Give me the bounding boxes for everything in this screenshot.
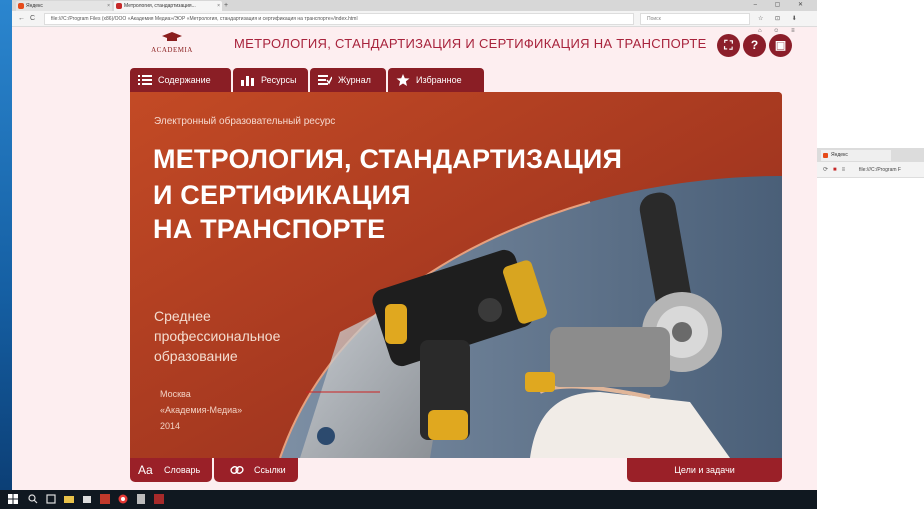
tab-label: Ресурсы [261, 75, 297, 85]
education-level: Среднее профессиональное образование [154, 306, 304, 366]
window-background [817, 0, 924, 148]
address-bar: ← C file:///C:/Program Files (x86)/OOO «… [12, 11, 817, 34]
browser-tab-yandex[interactable]: Яндекс × [16, 1, 112, 11]
browser-tab-label: Яндекс [26, 3, 43, 9]
secondary-browser-window: Яндекс ⟳■≡ file:///C:/Program F [817, 0, 924, 509]
taskbar [0, 490, 817, 509]
star-icon [396, 74, 410, 86]
cover-title-line: НА ТРАНСПОРТЕ [153, 214, 386, 244]
tab-contents[interactable]: Содержание [130, 68, 231, 92]
secondary-tab-label: Яндекс [831, 152, 848, 158]
fullscreen-button[interactable]: ⛶ [717, 34, 740, 57]
app-icon[interactable] [100, 494, 110, 504]
cover-banner: Электронный образовательный ресурс МЕТРО… [130, 92, 782, 458]
logo-text: ACADEMIA [151, 46, 193, 54]
task-view-icon[interactable] [46, 494, 56, 504]
nav-tabs: Содержание Ресурсы Журнал Избранное [130, 68, 484, 92]
glossary-button[interactable]: Aa Словарь [130, 458, 212, 482]
publisher-line: Москва [160, 389, 191, 399]
new-tab-button[interactable]: + [224, 1, 228, 11]
close-tab-icon[interactable]: × [217, 1, 220, 11]
education-level-line: образование [154, 348, 238, 364]
help-button[interactable]: ? [743, 34, 766, 57]
close-tab-icon[interactable]: × [107, 1, 110, 11]
journal-icon [318, 75, 332, 85]
document-icon[interactable] [136, 494, 146, 504]
tab-journal[interactable]: Журнал [310, 68, 386, 92]
page-title: МЕТРОЛОГИЯ, СТАНДАРТИЗАЦИЯ И СЕРТИФИКАЦИ… [234, 36, 707, 51]
tab-label: Содержание [158, 75, 211, 85]
links-label: Ссылки [254, 465, 286, 475]
back-arrow-icon[interactable]: ← [18, 14, 25, 24]
academia-app-icon[interactable] [154, 494, 164, 504]
publisher-info: Москва «Академия-Медиа» 2014 [160, 386, 260, 434]
store-icon[interactable] [82, 494, 92, 504]
tab-resources[interactable]: Ресурсы [233, 68, 308, 92]
reload-icon[interactable]: C [30, 14, 35, 24]
tab-favorites[interactable]: Избранное [388, 68, 484, 92]
secondary-nav-icons[interactable]: ⟳■≡ [823, 165, 850, 175]
secondary-tab-strip: Яндекс [817, 148, 924, 162]
education-level-line: Среднее [154, 308, 211, 324]
list-icon [138, 75, 152, 85]
glossary-icon: Aa [138, 463, 153, 477]
tab-label: Избранное [416, 75, 462, 85]
desktop-background [0, 0, 12, 490]
graduation-cap-icon [162, 32, 182, 41]
browser-tab-strip: Яндекс × Метрология, стандартизация... ×… [12, 0, 817, 11]
browser-tab-active[interactable]: Метрология, стандартизация... × [114, 1, 222, 11]
page-favicon-icon [116, 3, 122, 9]
search-field[interactable]: Поиск [640, 13, 750, 25]
publisher-line: «Академия-Медиа» [160, 405, 243, 415]
yandex-favicon-icon [18, 3, 24, 9]
cover-title-line: МЕТРОЛОГИЯ, СТАНДАРТИЗАЦИЯ [153, 144, 623, 174]
browser-taskbar-icon[interactable] [118, 494, 128, 504]
save-button[interactable]: ▣ [769, 34, 792, 57]
link-icon [230, 466, 244, 474]
url-field[interactable]: file:///C:/Program Files (x86)/OOO «Акад… [44, 13, 634, 25]
browser-tab-label: Метрология, стандартизация... [124, 3, 196, 9]
secondary-address-bar: ⟳■≡ file:///C:/Program F [817, 162, 924, 178]
windows-start-icon[interactable] [8, 494, 18, 504]
toolbar-icons[interactable]: ☆ ⊡ ⬇ ⌂ ☺ ≡ [758, 13, 817, 37]
education-level-line: профессиональное [154, 328, 281, 344]
publisher-line: 2014 [160, 421, 181, 431]
secondary-url-field[interactable]: file:///C:/Program F [859, 165, 901, 175]
search-icon[interactable] [28, 494, 38, 504]
links-button[interactable]: Ссылки [214, 458, 298, 482]
resource-type-label: Электронный образовательный ресурс [154, 116, 336, 127]
tab-label: Журнал [338, 75, 371, 85]
glossary-label: Словарь [164, 465, 201, 475]
cover-title-line: И СЕРТИФИКАЦИЯ [153, 180, 411, 210]
secondary-browser-tab[interactable]: Яндекс [821, 150, 891, 161]
window-controls[interactable]: – ▢ ✕ [754, 0, 811, 10]
yandex-favicon-icon [823, 153, 828, 158]
goals-button[interactable]: Цели и задачи [627, 458, 782, 482]
file-explorer-icon[interactable] [64, 494, 74, 504]
bar-chart-icon [241, 76, 254, 86]
academia-logo: ACADEMIA [144, 30, 200, 58]
